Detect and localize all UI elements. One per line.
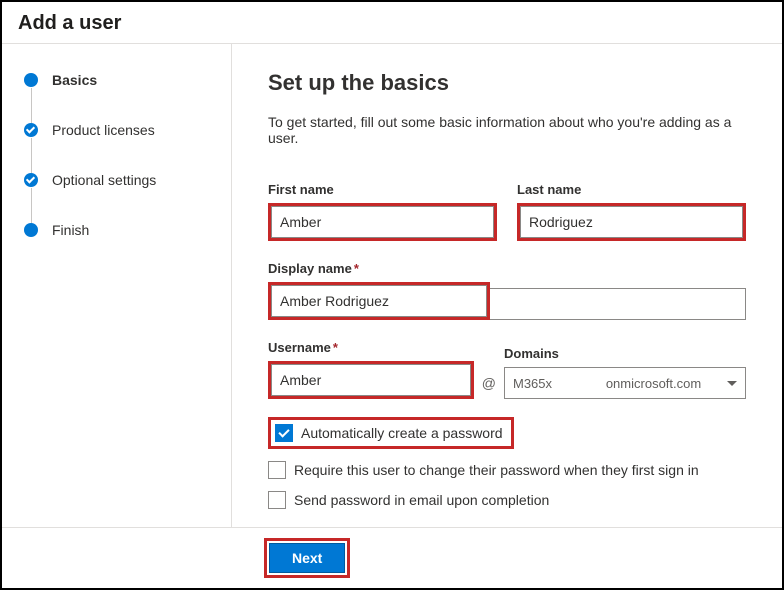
step-check-icon	[24, 123, 38, 137]
step-label: Finish	[52, 222, 89, 238]
step-label: Optional settings	[52, 172, 156, 188]
highlight-box	[517, 203, 746, 241]
panel-header: Add a user	[2, 2, 782, 44]
step-product-licenses[interactable]: Product licenses	[24, 122, 213, 172]
display-name-input-tail[interactable]	[490, 288, 746, 320]
page-heading: Set up the basics	[268, 70, 746, 96]
step-check-icon	[24, 173, 38, 187]
send-email-checkbox[interactable]	[268, 491, 286, 509]
footer-bar: Next	[2, 527, 782, 588]
wizard-steps: Basics Product licenses Optional setting…	[2, 44, 232, 530]
first-name-field: First name	[268, 182, 497, 241]
main-form: Set up the basics To get started, fill o…	[232, 44, 782, 530]
highlight-box: Next	[264, 538, 350, 578]
highlight-box	[268, 203, 497, 241]
last-name-label: Last name	[517, 182, 746, 197]
step-optional-settings[interactable]: Optional settings	[24, 172, 213, 222]
highlight-box: Automatically create a password	[268, 417, 514, 449]
display-name-label: Display name*	[268, 261, 746, 276]
step-finish[interactable]: Finish	[24, 222, 213, 238]
auto-create-password-checkbox[interactable]	[275, 424, 293, 442]
username-label: Username*	[268, 340, 474, 355]
highlight-box	[268, 282, 490, 320]
next-button[interactable]: Next	[269, 543, 345, 573]
domain-select[interactable]: M365x onmicrosoft.com	[504, 367, 746, 399]
highlight-box	[268, 361, 474, 399]
domain-prefix: M365x	[513, 376, 552, 391]
auto-create-password-label: Automatically create a password	[301, 425, 503, 441]
auto-create-password-row: Automatically create a password	[268, 417, 746, 449]
first-name-input[interactable]	[271, 206, 494, 238]
chevron-down-icon	[727, 381, 737, 386]
display-name-input[interactable]	[271, 285, 487, 317]
step-dot-icon	[24, 223, 38, 237]
last-name-input[interactable]	[520, 206, 743, 238]
require-change-label: Require this user to change their passwo…	[294, 462, 699, 478]
page-intro: To get started, fill out some basic info…	[268, 114, 746, 146]
panel-title: Add a user	[18, 12, 766, 35]
domain-suffix: onmicrosoft.com	[606, 376, 701, 391]
username-input[interactable]	[271, 364, 471, 396]
display-name-field: Display name*	[268, 261, 746, 340]
domains-label: Domains	[504, 346, 746, 361]
last-name-field: Last name	[517, 182, 746, 241]
display-name-extra	[490, 288, 746, 320]
send-email-label: Send password in email upon completion	[294, 492, 549, 508]
username-field: Username*	[268, 340, 474, 399]
step-label: Product licenses	[52, 122, 155, 138]
domains-field: Domains M365x onmicrosoft.com	[504, 346, 746, 399]
step-basics[interactable]: Basics	[24, 72, 213, 122]
step-dot-icon	[24, 73, 38, 87]
require-change-row: Require this user to change their passwo…	[268, 461, 746, 479]
at-symbol: @	[474, 367, 504, 399]
step-label: Basics	[52, 72, 97, 88]
first-name-label: First name	[268, 182, 497, 197]
send-email-row: Send password in email upon completion	[268, 491, 746, 509]
require-change-checkbox[interactable]	[268, 461, 286, 479]
